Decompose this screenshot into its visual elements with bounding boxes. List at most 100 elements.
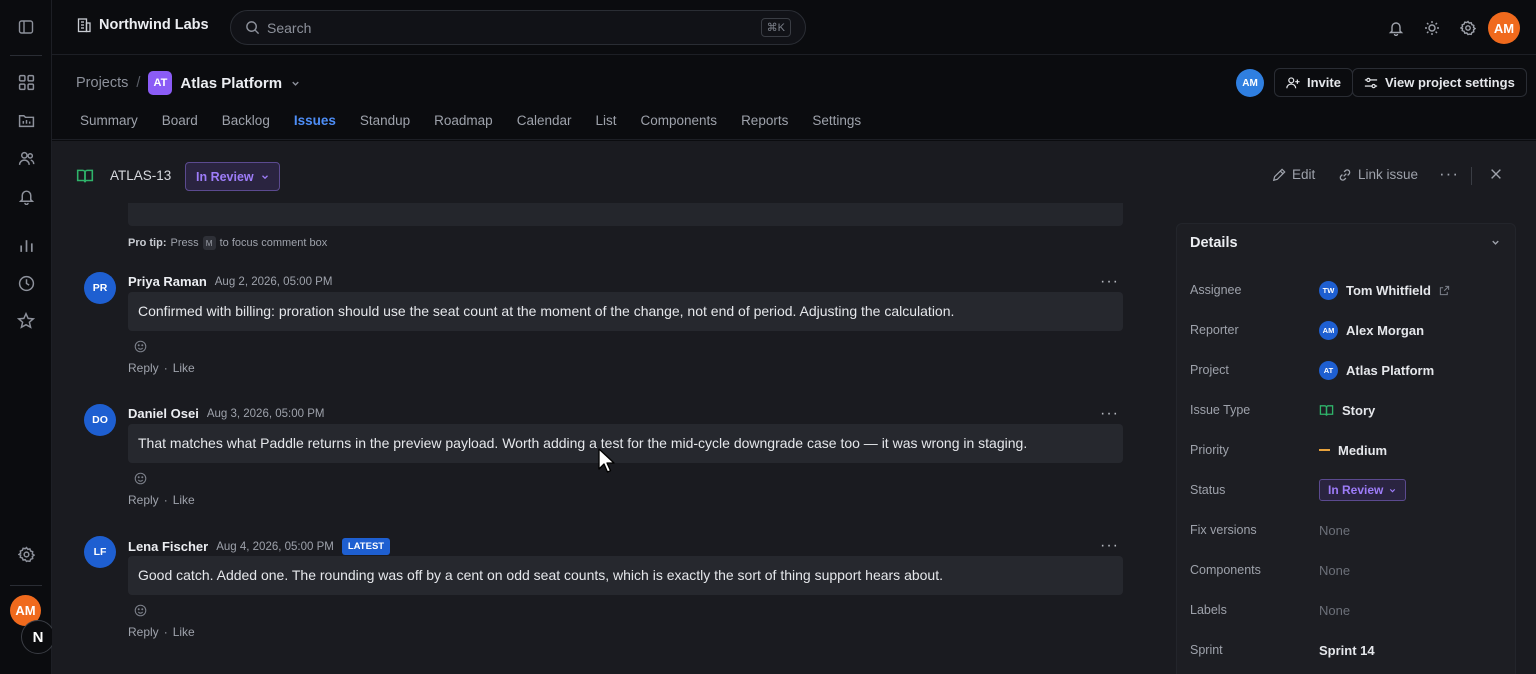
emoji-reaction-icon[interactable] bbox=[134, 472, 147, 485]
comment-item: PR Priya Raman Aug 2, 2026, 05:00 PM ···… bbox=[84, 272, 1124, 392]
status-dropdown[interactable]: In Review bbox=[185, 162, 280, 191]
folder-icon[interactable] bbox=[15, 109, 37, 131]
settings-icon[interactable] bbox=[15, 543, 37, 565]
detail-value[interactable]: Story bbox=[1319, 403, 1375, 418]
emoji-reaction-icon[interactable] bbox=[134, 604, 147, 617]
team-icon[interactable] bbox=[15, 147, 37, 169]
comment-timestamp: Aug 4, 2026, 05:00 PM bbox=[216, 540, 334, 553]
project-name[interactable]: Atlas Platform bbox=[180, 75, 282, 92]
detail-value[interactable]: AT Atlas Platform bbox=[1319, 360, 1434, 380]
external-link-icon[interactable] bbox=[1439, 285, 1450, 296]
building-icon bbox=[76, 17, 92, 33]
like-link[interactable]: Like bbox=[173, 361, 195, 375]
tab-roadmap[interactable]: Roadmap bbox=[434, 113, 493, 128]
comment-meta: Daniel Osei Aug 3, 2026, 05:00 PM bbox=[128, 406, 324, 421]
comment-author[interactable]: Lena Fischer bbox=[128, 539, 208, 554]
tab-list[interactable]: List bbox=[596, 113, 617, 128]
tab-board[interactable]: Board bbox=[162, 113, 198, 128]
issue-key[interactable]: ATLAS-13 bbox=[110, 168, 171, 183]
comment-more-icon[interactable]: ··· bbox=[1100, 273, 1119, 291]
tab-summary[interactable]: Summary bbox=[80, 113, 138, 128]
detail-row-labels: Labels None bbox=[1190, 599, 1510, 621]
comment-avatar[interactable]: LF bbox=[84, 536, 116, 568]
tab-settings[interactable]: Settings bbox=[812, 113, 861, 128]
tab-issues[interactable]: Issues bbox=[294, 113, 336, 128]
toolbar-divider bbox=[1471, 167, 1472, 185]
search-bar[interactable]: ⌘K bbox=[230, 10, 806, 45]
star-icon[interactable] bbox=[15, 310, 37, 332]
detail-row-priority: Priority Medium bbox=[1190, 439, 1510, 461]
invite-button[interactable]: Invite bbox=[1274, 68, 1353, 97]
notification-bell-icon[interactable] bbox=[1385, 17, 1407, 39]
status-pill[interactable]: In Review bbox=[1319, 479, 1407, 501]
reply-link[interactable]: Reply bbox=[128, 493, 159, 507]
detail-label: Priority bbox=[1190, 443, 1229, 457]
bell-icon[interactable] bbox=[15, 185, 37, 207]
detail-label: Sprint bbox=[1190, 643, 1223, 657]
tab-reports[interactable]: Reports bbox=[741, 113, 788, 128]
project-avatar: AT bbox=[1319, 360, 1338, 380]
clock-icon[interactable] bbox=[15, 272, 37, 294]
chevron-down-icon[interactable] bbox=[1490, 237, 1501, 248]
components-value[interactable]: None bbox=[1319, 563, 1350, 578]
action-separator: · bbox=[163, 625, 168, 639]
comment-avatar[interactable]: PR bbox=[84, 272, 116, 304]
invite-label: Invite bbox=[1307, 75, 1341, 90]
sidebar-toggle-icon[interactable] bbox=[15, 16, 37, 38]
details-panel: Details Assignee TW Tom Whitfield Report… bbox=[1176, 223, 1516, 674]
comment-avatar[interactable]: DO bbox=[84, 404, 116, 436]
pro-tip: Pro tip: Press M to focus comment box bbox=[128, 236, 327, 250]
gear-icon[interactable] bbox=[1457, 17, 1479, 39]
link-icon bbox=[1338, 168, 1352, 182]
like-link[interactable]: Like bbox=[173, 493, 195, 507]
reply-link[interactable]: Reply bbox=[128, 625, 159, 639]
link-issue-button[interactable]: Link issue bbox=[1338, 167, 1418, 182]
labels-value[interactable]: None bbox=[1319, 603, 1350, 618]
comment-meta: Lena Fischer Aug 4, 2026, 05:00 PM LATES… bbox=[128, 538, 391, 555]
workspace-switcher[interactable]: Northwind Labs bbox=[76, 17, 209, 33]
sliders-icon bbox=[1364, 76, 1378, 90]
breadcrumb-projects[interactable]: Projects bbox=[76, 75, 128, 91]
detail-value[interactable]: Medium bbox=[1319, 443, 1387, 458]
sprint-value[interactable]: Sprint 14 bbox=[1319, 643, 1375, 658]
framework-badge[interactable]: N bbox=[21, 620, 55, 654]
latest-badge: LATEST bbox=[341, 538, 391, 555]
assignee-avatar: TW bbox=[1319, 280, 1338, 300]
member-avatar[interactable]: AM bbox=[1236, 69, 1264, 97]
theme-sun-icon[interactable] bbox=[1421, 17, 1443, 39]
fix-versions-value[interactable]: None bbox=[1319, 523, 1350, 538]
add-user-icon bbox=[1286, 76, 1300, 90]
comment-more-icon[interactable]: ··· bbox=[1100, 537, 1119, 555]
status-value: In Review bbox=[1328, 483, 1384, 497]
action-separator: · bbox=[163, 493, 168, 507]
close-icon[interactable] bbox=[1489, 167, 1503, 181]
comment-actions: Reply · Like bbox=[128, 361, 195, 375]
like-link[interactable]: Like bbox=[173, 625, 195, 639]
chevron-down-icon[interactable] bbox=[290, 78, 301, 89]
comment-input-box[interactable] bbox=[128, 203, 1123, 226]
tab-standup[interactable]: Standup bbox=[360, 113, 410, 128]
search-input[interactable] bbox=[267, 19, 747, 37]
workspace-name: Northwind Labs bbox=[99, 17, 209, 33]
tab-backlog[interactable]: Backlog bbox=[222, 113, 270, 128]
detail-label: Assignee bbox=[1190, 283, 1242, 297]
tab-components[interactable]: Components bbox=[641, 113, 718, 128]
edit-button[interactable]: Edit bbox=[1272, 167, 1315, 182]
more-options-icon[interactable]: ··· bbox=[1439, 164, 1459, 184]
chart-icon[interactable] bbox=[15, 234, 37, 256]
grid-icon[interactable] bbox=[15, 71, 37, 93]
details-title[interactable]: Details bbox=[1190, 235, 1238, 251]
pro-tip-key: M bbox=[202, 236, 216, 250]
comment-author[interactable]: Daniel Osei bbox=[128, 406, 199, 421]
tab-calendar[interactable]: Calendar bbox=[517, 113, 572, 128]
comment-author[interactable]: Priya Raman bbox=[128, 274, 207, 289]
detail-value[interactable]: TW Tom Whitfield bbox=[1319, 280, 1450, 300]
detail-value[interactable]: AM Alex Morgan bbox=[1319, 320, 1424, 340]
account-avatar[interactable]: AM bbox=[1488, 12, 1520, 44]
comment-actions: Reply · Like bbox=[128, 493, 195, 507]
view-project-settings-button[interactable]: View project settings bbox=[1352, 68, 1527, 97]
detail-label: Issue Type bbox=[1190, 403, 1251, 417]
emoji-reaction-icon[interactable] bbox=[134, 340, 147, 353]
comment-more-icon[interactable]: ··· bbox=[1100, 405, 1119, 423]
reply-link[interactable]: Reply bbox=[128, 361, 159, 375]
